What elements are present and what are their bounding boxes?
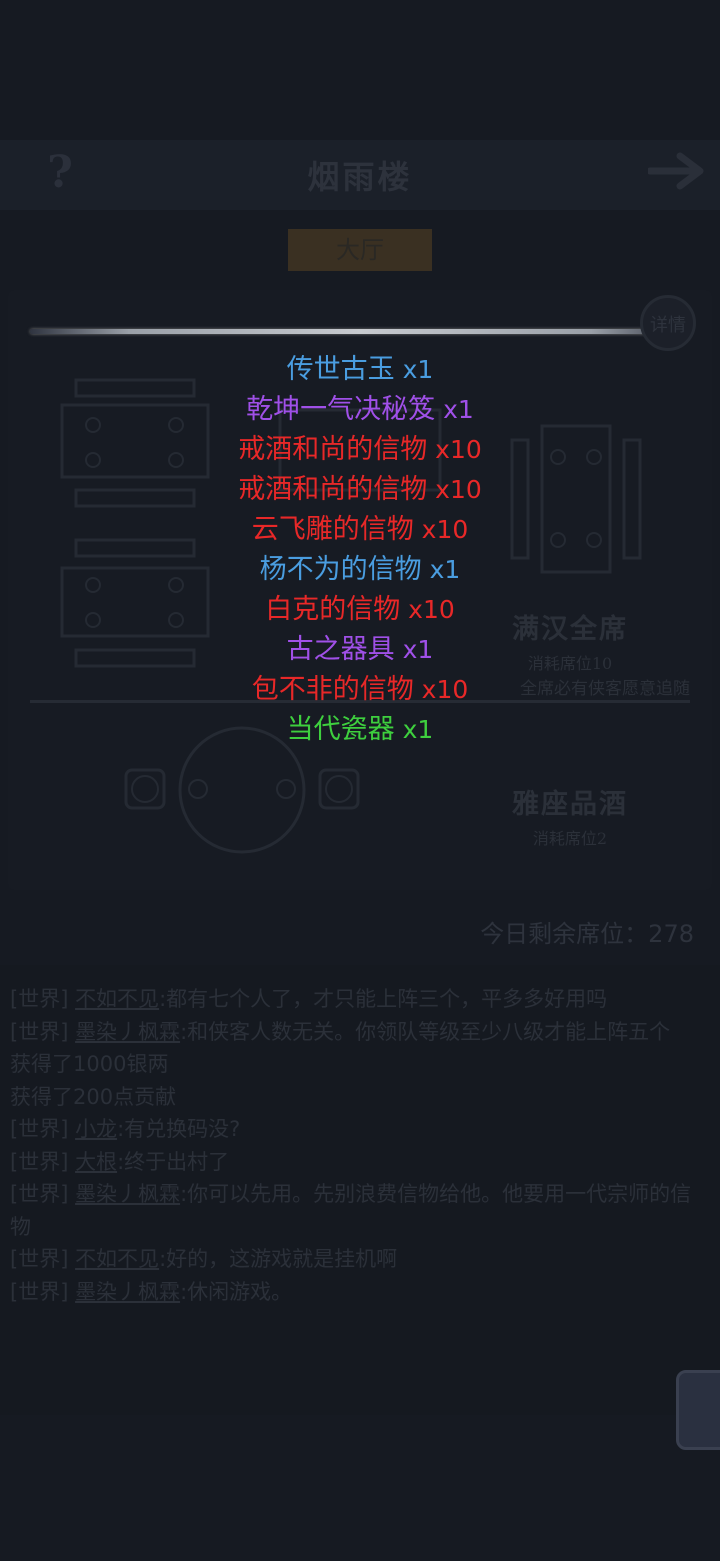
- reward-item: 戒酒和尚的信物 x10: [0, 470, 720, 510]
- seat-yazuo-name: 雅座品酒: [512, 789, 628, 820]
- chat-text: :都有七个人了，才只能上阵三个，平多多好用吗: [159, 987, 608, 1011]
- chat-username[interactable]: 墨染丿枫霖: [75, 1020, 180, 1044]
- reward-name: 云飞雕的信物: [251, 514, 414, 545]
- chat-text: 获得了200点贡献: [10, 1084, 177, 1109]
- reward-item: 云飞雕的信物 x10: [0, 510, 720, 550]
- chat-line: [世界] 墨染丿枫霖:你可以先用。先别浪费信物给他。他要用一代宗师的信物: [10, 1178, 700, 1243]
- chat-text: :好的，这游戏就是挂机啊: [159, 1247, 398, 1271]
- reward-item: 古之器具 x1: [0, 630, 720, 670]
- reward-item: 乾坤一气决秘笈 x1: [0, 390, 720, 430]
- reward-item: 传世古玉 x1: [0, 350, 720, 390]
- chat-text: 获得了1000银两: [10, 1052, 169, 1076]
- chat-log[interactable]: [世界] 不如不见:都有七个人了，才只能上阵三个，平多多好用吗 [世界] 墨染丿枫…: [0, 965, 720, 1415]
- reward-name: 戒酒和尚的信物: [238, 474, 428, 505]
- reward-name: 传世古玉: [286, 354, 395, 385]
- reward-qty: x10: [427, 475, 482, 504]
- reward-name: 白克的信物: [265, 594, 401, 625]
- chat-text: :有兑换码没?: [117, 1117, 241, 1141]
- reward-name: 古之器具: [286, 634, 395, 665]
- reward-item: 杨不为的信物 x1: [0, 550, 720, 590]
- reward-qty: x10: [413, 675, 469, 704]
- chat-username[interactable]: 不如不见: [75, 987, 159, 1011]
- chat-text: :休闲游戏。: [180, 1279, 293, 1304]
- scroll-bar: [30, 329, 690, 334]
- chat-line: [世界] 墨染丿枫霖:休闲游戏。: [10, 1276, 700, 1309]
- chat-channel: [世界]: [10, 1247, 76, 1271]
- reward-list: 传世古玉 x1 乾坤一气决秘笈 x1 戒酒和尚的信物 x10 戒酒和尚的信物 x10 云…: [0, 350, 720, 750]
- detail-button[interactable]: 详情: [640, 295, 696, 351]
- reward-name: 杨不为的信物: [259, 554, 422, 585]
- chat-lines: [世界] 不如不见:都有七个人了，才只能上阵三个，平多多好用吗 [世界] 墨染丿枫…: [10, 983, 700, 1308]
- seats-remaining: 今日剩余席位：278: [480, 920, 694, 948]
- reward-qty: x10: [400, 595, 455, 624]
- chat-username[interactable]: 大根: [75, 1150, 117, 1174]
- chat-line: [世界] 小龙:有兑换码没?: [10, 1113, 700, 1146]
- reward-item: 包不非的信物 x10: [0, 670, 720, 710]
- reward-qty: x1: [435, 395, 474, 424]
- chat-text: :和侠客人数无关。你领队等级至少八级才能上阵五个: [180, 1019, 671, 1044]
- reward-item: 戒酒和尚的信物 x10: [0, 430, 720, 470]
- chat-channel: [世界]: [10, 1149, 76, 1174]
- chat-line: [世界] 不如不见:好的，这游戏就是挂机啊: [10, 1243, 700, 1276]
- reward-qty: x1: [421, 555, 461, 584]
- reward-item: 白克的信物 x10: [0, 590, 720, 630]
- chat-channel: [世界]: [10, 1117, 76, 1141]
- chat-line: [世界] 墨染丿枫霖:和侠客人数无关。你领队等级至少八级才能上阵五个: [10, 1016, 700, 1049]
- chat-username[interactable]: 不如不见: [75, 1247, 159, 1271]
- seat-yazuo[interactable]: 雅座品酒 消耗席位2: [460, 782, 680, 849]
- reward-name: 包不非的信物: [251, 674, 414, 705]
- reward-qty: x10: [413, 515, 469, 544]
- reward-item: 当代瓷器 x1: [0, 710, 720, 750]
- chat-line: [世界] 不如不见:都有七个人了，才只能上阵三个，平多多好用吗: [10, 983, 700, 1016]
- reward-qty: x1: [394, 635, 434, 664]
- chat-channel: [世界]: [10, 1279, 76, 1304]
- chat-username[interactable]: 小龙: [75, 1117, 117, 1141]
- chat-channel: [世界]: [10, 1019, 76, 1044]
- seat-yazuo-cost: 消耗席位2: [532, 829, 608, 848]
- chat-username[interactable]: 墨染丿枫霖: [75, 1182, 180, 1206]
- reward-name: 戒酒和尚的信物: [238, 434, 428, 465]
- chat-line: 获得了1000银两: [10, 1048, 700, 1081]
- chat-text: :终于出村了: [117, 1149, 230, 1174]
- reward-qty: x10: [427, 435, 482, 464]
- reward-qty: x1: [394, 355, 434, 384]
- reward-name: 当代瓷器: [286, 714, 395, 745]
- chat-channel: [世界]: [10, 987, 76, 1011]
- reward-qty: x1: [394, 715, 434, 744]
- menu-icon[interactable]: [676, 1370, 720, 1450]
- chat-channel: [世界]: [10, 1182, 76, 1206]
- reward-name: 乾坤一气决秘笈: [246, 394, 436, 425]
- chat-line: 获得了200点贡献: [10, 1081, 700, 1114]
- chat-username[interactable]: 墨染丿枫霖: [75, 1280, 180, 1304]
- chat-line: [世界] 大根:终于出村了: [10, 1146, 700, 1179]
